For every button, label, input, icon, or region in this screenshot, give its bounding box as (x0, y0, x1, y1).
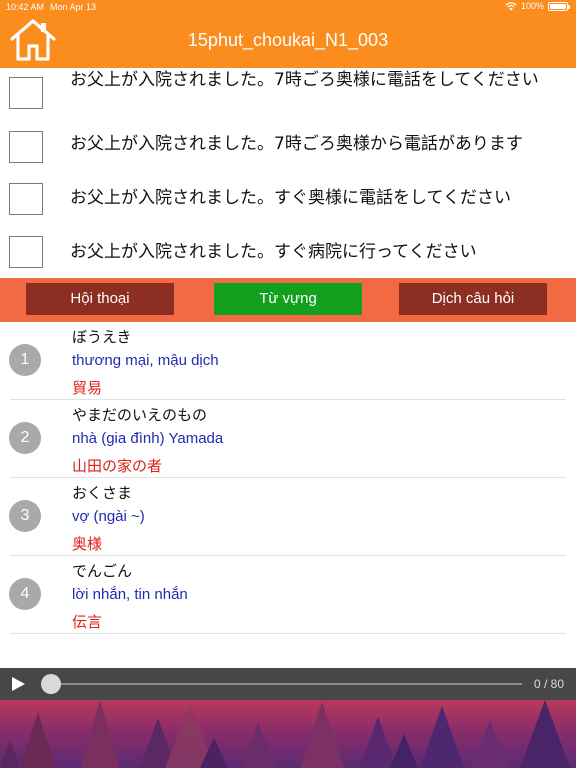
tab-bar: Hội thoại Từ vựng Dịch câu hỏi (0, 278, 576, 322)
status-time: 10:42 AM (6, 2, 45, 12)
vocabulary-item[interactable]: 4 でんごん lời nhắn, tin nhắn 伝言 (0, 556, 576, 634)
tab-conversation[interactable]: Hội thoại (26, 283, 174, 315)
answer-option-4[interactable]: お父上が入院されました。すぐ病院に行ってください (0, 228, 576, 278)
vocab-meaning: vợ (ngài ~) (72, 508, 145, 525)
battery-percent: 100% (520, 1, 544, 11)
vocab-kanji: 山田の家の者 (72, 457, 163, 475)
play-button[interactable] (10, 676, 26, 692)
forest-illustration (0, 700, 570, 768)
vocab-meaning: nhà (gia đình) Yamada (72, 430, 224, 447)
answer-option-3[interactable]: お父上が入院されました。すぐ奥様に電話をしてください (0, 174, 576, 228)
status-bar: 10:42 AM Mon Apr 13 100% (0, 0, 576, 14)
answer-option-1[interactable]: お父上が入院されました。7時ごろ奥様に電話をしてください (0, 68, 576, 122)
option-checkbox[interactable] (9, 183, 43, 215)
vocab-meaning: thương mại, mậu dịch (72, 352, 219, 369)
progress-slider-thumb[interactable] (41, 674, 61, 694)
vocab-kana: やまだのいえのもの (72, 406, 208, 424)
play-icon (12, 677, 25, 691)
vocab-kanji: 奥様 (72, 535, 103, 553)
option-checkbox[interactable] (9, 236, 43, 268)
vocab-kana: おくさま (72, 484, 133, 502)
page-title: 15phut_choukai_N1_003 (187, 30, 389, 50)
audio-player: 0 / 80 (0, 668, 576, 700)
vocab-kana: でんごん (72, 562, 133, 580)
tab-vocabulary[interactable]: Từ vựng (214, 283, 362, 315)
vocab-meaning: lời nhắn, tin nhắn (72, 586, 188, 603)
tab-question-translation[interactable]: Dịch câu hỏi (399, 283, 547, 315)
vocab-kanji: 貿易 (72, 379, 103, 397)
item-number-badge: 3 (9, 500, 41, 532)
option-text: お父上が入院されました。すぐ病院に行ってください (70, 242, 477, 262)
track-counter: 0 / 80 (533, 677, 564, 691)
vocabulary-item[interactable]: 1 ぼうえき thương mại, mậu dịch 貿易 (0, 322, 576, 400)
answer-option-2[interactable]: お父上が入院されました。7時ごろ奥様から電話があります (0, 122, 576, 174)
divider (10, 633, 566, 634)
vocabulary-item[interactable]: 2 やまだのいえのもの nhà (gia đình) Yamada 山田の家の者 (0, 400, 576, 478)
option-text: お父上が入院されました。すぐ奥様に電話をしてください (70, 188, 511, 208)
option-text: お父上が入院されました。7時ごろ奥様から電話があります (70, 134, 523, 154)
decorative-banner (0, 700, 576, 768)
status-right: 100% (505, 1, 570, 11)
header-bar: 15phut_choukai_N1_003 (0, 14, 576, 68)
vocab-kanji: 伝言 (72, 613, 103, 631)
status-date: Mon Apr 13 (50, 2, 97, 12)
battery-icon (548, 1, 570, 11)
item-number-badge: 4 (9, 578, 41, 610)
item-number-badge: 1 (9, 344, 41, 376)
option-checkbox[interactable] (9, 131, 43, 163)
option-text: お父上が入院されました。7時ごろ奥様に電話をしてください (70, 70, 539, 90)
progress-track[interactable] (50, 683, 522, 685)
vocab-kana: ぼうえき (72, 328, 132, 346)
item-number-badge: 2 (9, 422, 41, 454)
option-checkbox[interactable] (9, 77, 43, 109)
wifi-icon (505, 2, 517, 11)
vocabulary-item[interactable]: 3 おくさま vợ (ngài ~) 奥様 (0, 478, 576, 556)
